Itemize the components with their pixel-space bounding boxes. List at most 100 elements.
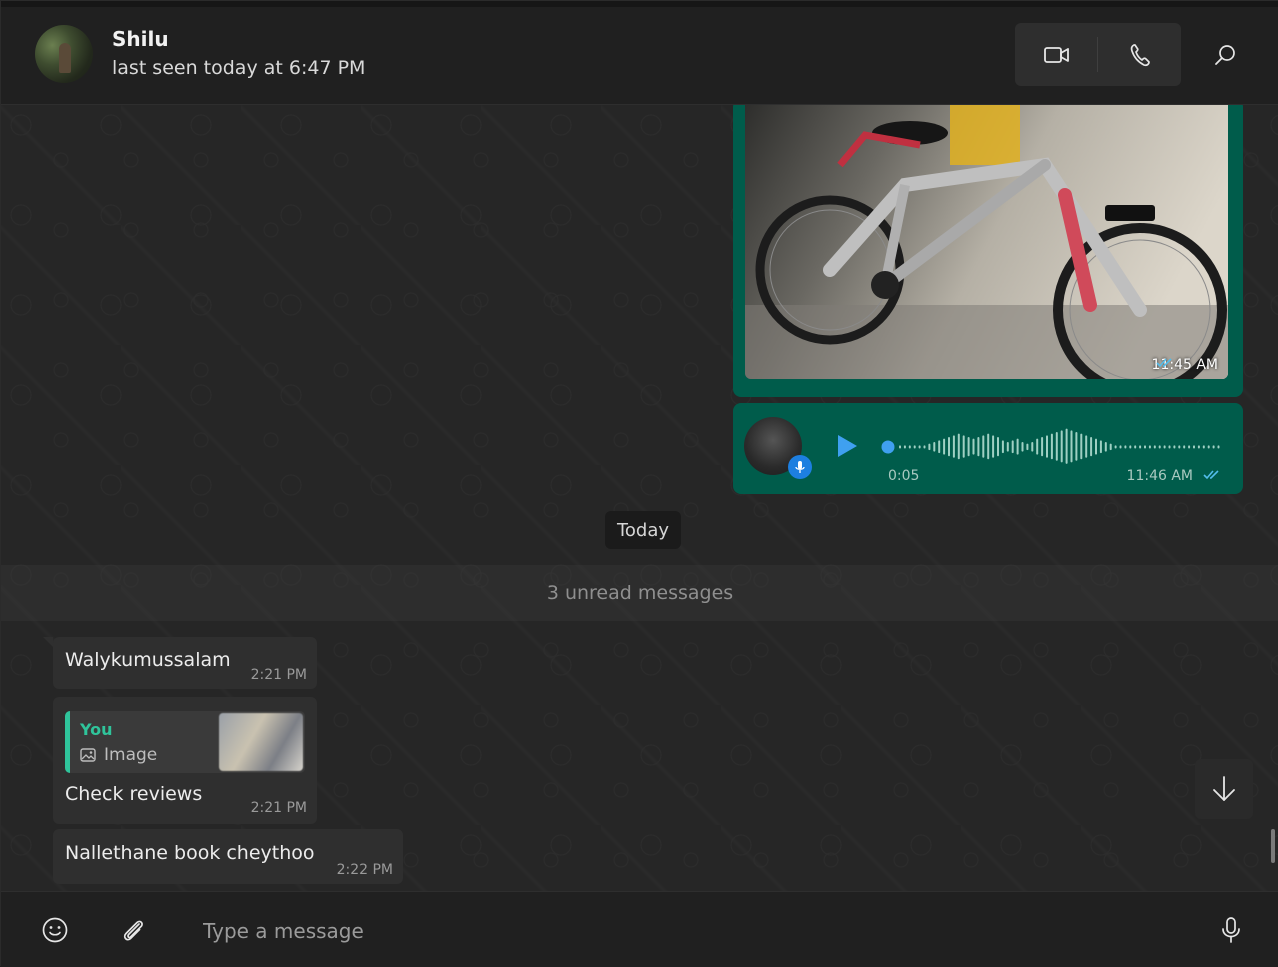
waveform-bar (1036, 438, 1039, 455)
waveform-bar (1217, 445, 1220, 449)
voice-call-button[interactable] (1098, 23, 1181, 86)
waveform-bar (967, 437, 970, 457)
date-separator: Today (605, 511, 681, 549)
quote-author: You (80, 720, 113, 739)
waveform-bar (1099, 440, 1102, 454)
call-button-group (1015, 23, 1181, 86)
message-timestamp: 2:21 PM (250, 800, 307, 816)
waveform-bar (1193, 445, 1195, 449)
bicycle-photo-art (745, 105, 1228, 379)
emoji-button[interactable] (39, 914, 71, 946)
voice-record-button[interactable] (1215, 914, 1247, 946)
incoming-message[interactable]: Walykumussalam 2:21 PM (43, 637, 317, 689)
waveform-bar (952, 435, 955, 458)
contact-name[interactable]: Shilu (112, 27, 169, 51)
waveform-bar (1114, 445, 1117, 449)
waveform-bar (977, 437, 980, 457)
incoming-message[interactable]: Nallethane book cheythoo 2:22 PM (53, 829, 403, 884)
waveform-bar (1109, 443, 1112, 451)
incoming-reply-message[interactable]: You Image Check reviews 2:21 PM (53, 697, 317, 824)
waveform-bar (1031, 442, 1034, 452)
play-icon (838, 435, 857, 457)
waveform-bar (1075, 432, 1078, 461)
waveform-bar (1212, 445, 1215, 449)
scroll-to-bottom-button[interactable] (1195, 759, 1253, 819)
message-input[interactable] (201, 910, 1165, 952)
contact-avatar[interactable] (35, 25, 93, 83)
waveform-bar (1134, 445, 1137, 449)
waveform-bar (992, 435, 995, 458)
outgoing-image-message[interactable]: 11:45 AM (733, 105, 1243, 397)
quote-type: Image (80, 745, 157, 765)
waveform-bar (908, 445, 911, 449)
waveform-bar (957, 433, 960, 460)
waveform-bar (928, 443, 931, 451)
waveform-bar (1041, 437, 1044, 457)
waveform-bar (987, 433, 990, 460)
voice-timestamp: 11:46 AM (1126, 468, 1193, 484)
read-ticks-icon (1155, 358, 1172, 368)
waveform-bar (1070, 430, 1073, 463)
waveform-bar (1119, 445, 1122, 449)
paperclip-icon (123, 920, 143, 941)
waveform-bar (933, 442, 936, 452)
voice-waveform[interactable] (879, 427, 1229, 467)
quote-thumbnail (219, 713, 303, 771)
waveform-bar (1207, 445, 1210, 449)
title-strip (1, 1, 1278, 7)
image-timestamp: 11:45 AM (1151, 357, 1218, 373)
waveform-bar (918, 445, 921, 449)
waveform-bar (1095, 438, 1097, 455)
voice-duration: 0:05 (888, 468, 920, 484)
microphone-icon (1222, 917, 1240, 943)
search-button[interactable] (1201, 31, 1249, 79)
waveform-bar (943, 438, 946, 455)
last-seen-status: last seen today at 6:47 PM (112, 57, 366, 79)
waveform-bar (1011, 440, 1014, 454)
waveform-bar (1085, 435, 1088, 458)
waveform-bar (1163, 445, 1166, 449)
mic-badge-icon (788, 455, 812, 479)
waveform-bar (899, 445, 901, 449)
waveform-bar (1021, 442, 1024, 452)
playback-position-dot[interactable] (881, 440, 895, 454)
waveform-bar (1046, 435, 1048, 458)
message-text: Nallethane book cheythoo (65, 842, 315, 864)
waveform-bar (1055, 432, 1058, 461)
message-timestamp: 2:22 PM (336, 862, 393, 878)
waveform-bar (1001, 440, 1004, 454)
emoji-icon (42, 917, 68, 943)
message-list[interactable]: 11:45 AM 0:05 11:46 AM Today 3 unread me… (1, 105, 1278, 891)
waveform-bar (938, 440, 941, 454)
chat-header: Shilu last seen today at 6:47 PM (1, 1, 1278, 105)
phone-icon (1130, 43, 1150, 66)
attach-button[interactable] (117, 914, 149, 946)
outgoing-voice-message[interactable]: 0:05 11:46 AM (733, 403, 1243, 494)
waveform-bar (1060, 430, 1063, 463)
quote-accent-bar (65, 711, 70, 773)
waveform-bar (903, 445, 906, 449)
waveform-bar (1080, 433, 1083, 460)
waveform-bar (1168, 445, 1171, 449)
waveform-bar (982, 435, 985, 458)
video-call-button[interactable] (1015, 23, 1098, 86)
play-button[interactable] (835, 433, 859, 463)
waveform-bar (972, 438, 975, 455)
waveform-bar (1153, 445, 1156, 449)
waveform-bar (1197, 445, 1200, 449)
waveform-bar (1124, 445, 1127, 449)
waveform-bar (997, 437, 999, 457)
image-icon (80, 748, 96, 762)
message-timestamp: 2:21 PM (250, 667, 307, 683)
waveform-bar (1158, 445, 1161, 449)
waveform-bar (1026, 443, 1029, 451)
bicycle-photo[interactable]: 11:45 AM (745, 105, 1228, 379)
chat-window: Shilu last seen today at 6:47 PM 11:45 A… (0, 0, 1278, 967)
waveform-bar (948, 437, 950, 457)
waveform-bar (1016, 438, 1019, 455)
quoted-message[interactable]: You Image (65, 711, 305, 773)
waveform-bar (962, 435, 965, 458)
message-text: Walykumussalam (65, 649, 231, 671)
scrollbar-thumb[interactable] (1271, 829, 1275, 863)
unread-messages-banner: 3 unread messages (1, 565, 1278, 621)
